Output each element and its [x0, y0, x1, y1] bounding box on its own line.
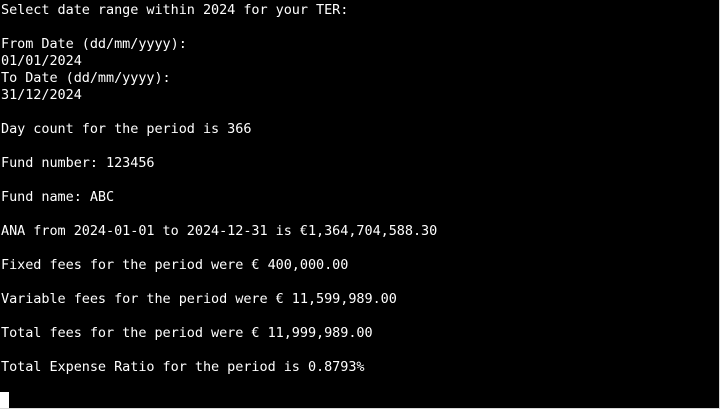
fixed-fees-output: Fixed fees for the period were € 400,000…: [1, 257, 349, 273]
text-cursor[interactable]: [0, 392, 9, 408]
fund-name-output: Fund name: ABC: [1, 189, 115, 205]
terminal-window[interactable]: Select date range within 2024 for your T…: [0, 0, 720, 409]
input-from-date: 01/01/2024: [1, 53, 82, 69]
prompt-from-date: From Date (dd/mm/yyyy):: [1, 36, 187, 52]
ter-output: Total Expense Ratio for the period is 0.…: [1, 359, 365, 375]
ana-output: ANA from 2024-01-01 to 2024-12-31 is €1,…: [1, 223, 438, 239]
input-to-date: 31/12/2024: [1, 87, 82, 103]
day-count-output: Day count for the period is 366: [1, 121, 252, 137]
total-fees-output: Total fees for the period were € 11,999,…: [1, 325, 373, 341]
fund-number-output: Fund number: 123456: [1, 155, 155, 171]
prompt-date-range: Select date range within 2024 for your T…: [1, 2, 349, 18]
prompt-to-date: To Date (dd/mm/yyyy):: [1, 70, 171, 86]
variable-fees-output: Variable fees for the period were € 11,5…: [1, 291, 397, 307]
